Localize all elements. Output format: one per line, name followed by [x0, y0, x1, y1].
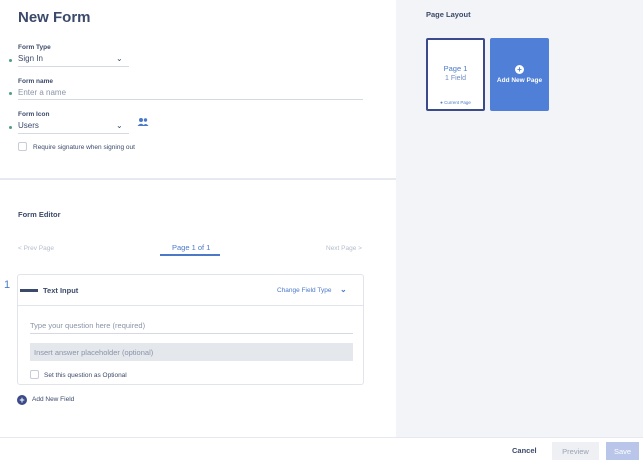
answer-placeholder-input[interactable]: Insert answer placeholder (optional): [30, 343, 353, 361]
require-signature-checkbox[interactable]: [18, 142, 27, 151]
current-page-indicator: Page 1 of 1: [172, 243, 211, 252]
page-tile[interactable]: Page 1 1 Field ● Current Page: [426, 38, 485, 111]
chevron-down-icon[interactable]: ⌄: [116, 121, 123, 130]
form-name-input[interactable]: Enter a name: [18, 88, 66, 97]
plus-icon: +: [515, 65, 524, 74]
form-type-select[interactable]: Sign In: [18, 54, 43, 63]
page-layout-panel: Page Layout Page 1 1 Field ● Current Pag…: [396, 0, 643, 437]
plus-icon: +: [17, 395, 27, 405]
chevron-down-icon[interactable]: ⌄: [340, 285, 347, 294]
required-dot: [9, 59, 12, 62]
page-title: New Form: [18, 9, 91, 26]
field-card-header: Text Input Change Field Type ⌄: [18, 275, 363, 306]
field-card: Text Input Change Field Type ⌄ Type your…: [17, 274, 364, 385]
form-settings-panel: New Form Form Type Sign In ⌄ Form name E…: [0, 0, 396, 464]
next-page-link[interactable]: Next Page >: [326, 245, 362, 252]
current-page-marker-label: Current Page: [444, 100, 471, 105]
required-dot: [9, 92, 12, 95]
page-tile-field-count: 1 Field: [444, 75, 466, 82]
prev-page-link[interactable]: < Prev Page: [18, 245, 54, 252]
form-name-underline: [18, 99, 363, 100]
drag-handle[interactable]: [20, 289, 38, 292]
preview-button[interactable]: Preview: [552, 442, 599, 460]
save-button[interactable]: Save: [606, 442, 639, 460]
footer-bar: Cancel Preview Save: [0, 437, 643, 464]
required-dot: [9, 126, 12, 129]
page-tile-name: Page 1: [443, 64, 468, 73]
add-new-page-label: Add New Page: [496, 77, 543, 84]
form-icon-label: Form Icon: [18, 111, 50, 118]
optional-label: Set this question as Optional: [44, 372, 127, 379]
section-divider: [0, 178, 396, 180]
require-signature-label: Require signature when signing out: [33, 144, 135, 151]
question-underline: [30, 333, 353, 334]
add-new-field-label: Add New Field: [32, 396, 75, 403]
question-number: 1: [4, 279, 11, 291]
question-input[interactable]: Type your question here (required): [30, 321, 145, 330]
chevron-down-icon[interactable]: ⌄: [116, 54, 123, 63]
form-icon-underline: [18, 133, 129, 134]
page-layout-title: Page Layout: [426, 10, 471, 19]
optional-checkbox[interactable]: [30, 370, 39, 379]
add-new-page-button[interactable]: + Add New Page: [490, 38, 549, 111]
form-type-underline: [18, 66, 129, 67]
form-icon-select[interactable]: Users: [18, 121, 39, 130]
cancel-button[interactable]: Cancel: [512, 446, 537, 455]
change-field-type-button[interactable]: Change Field Type: [277, 287, 331, 294]
form-editor-title: Form Editor: [18, 210, 61, 219]
users-icon: [137, 118, 149, 126]
form-name-label: Form name: [18, 78, 54, 85]
current-page-underline: [160, 254, 220, 256]
field-type-label: Text Input: [43, 286, 79, 295]
answer-placeholder-text: Insert answer placeholder (optional): [34, 348, 154, 357]
form-type-label: Form Type: [18, 44, 51, 51]
current-page-marker: ● Current Page: [440, 100, 471, 105]
